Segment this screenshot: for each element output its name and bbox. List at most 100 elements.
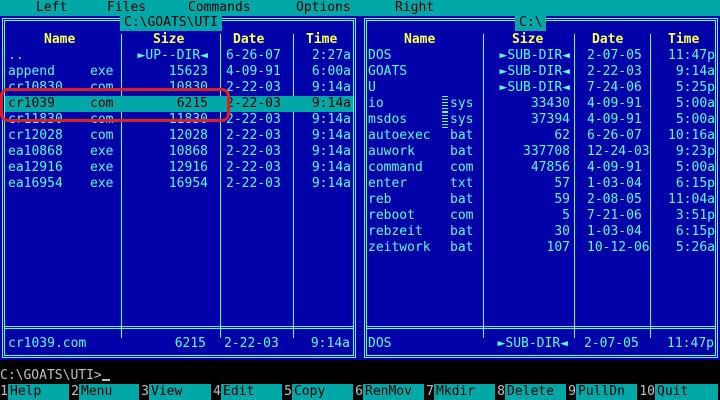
menu-left[interactable]: Left xyxy=(36,0,67,16)
header-name[interactable]: Name xyxy=(404,32,435,48)
function-key-label: RenMov xyxy=(363,384,424,400)
file-time: 9:14a xyxy=(311,80,351,95)
file-time: 9:14a xyxy=(311,96,351,111)
text-cursor xyxy=(101,379,110,381)
function-key-view[interactable]: 3 View xyxy=(141,384,213,400)
function-key-label: Help xyxy=(8,384,69,400)
function-key-number: 9 xyxy=(568,384,576,399)
function-key-menu[interactable]: 2 Menu xyxy=(71,384,141,400)
file-row[interactable]: enter txt 57 1-03-04 6:15p xyxy=(367,176,715,192)
header-date[interactable]: Date xyxy=(233,32,264,48)
dos-command-line[interactable]: C:\GOATS\UTI> xyxy=(0,368,720,384)
file-row[interactable]: append exe 15623 4-09-91 6:00a xyxy=(5,64,353,80)
menu-right[interactable]: Right xyxy=(395,0,434,16)
function-key-quit[interactable]: 10 Quit xyxy=(639,384,720,400)
function-key-renmov[interactable]: 6 RenMov xyxy=(355,384,426,400)
file-time: 11:47p xyxy=(668,48,715,63)
file-row[interactable]: zeitwork bat 107 10-12-06 5:26a xyxy=(367,240,715,256)
header-time[interactable]: Time xyxy=(306,32,337,48)
header-time[interactable]: Time xyxy=(668,32,699,48)
menu-files[interactable]: Files xyxy=(107,0,146,16)
function-key-number: 5 xyxy=(284,384,292,399)
file-row[interactable]: rebzeit bat 30 1-03-04 6:15p xyxy=(367,224,715,240)
file-row[interactable]: autoexec bat 62 6-26-07 10:16a xyxy=(367,128,715,144)
file-date: 2-22-03 xyxy=(226,112,281,127)
file-extension: sys xyxy=(450,112,474,127)
file-date: 7-21-06 xyxy=(587,208,642,223)
function-key-delete[interactable]: 8 Delete xyxy=(497,384,568,400)
file-date: 12-24-03 xyxy=(587,144,650,159)
function-key-pulldn[interactable]: 9 PullDn xyxy=(568,384,639,400)
file-name: reb xyxy=(368,192,392,207)
file-size: ►SUB-DIR◄ xyxy=(499,80,570,95)
file-extension: bat xyxy=(450,192,474,207)
file-time: 9:14a xyxy=(311,176,351,191)
file-row[interactable]: command com 47856 4-09-91 5:00a xyxy=(367,160,715,176)
header-name[interactable]: Name xyxy=(44,32,75,48)
file-row[interactable]: .. ►UP--DIR◄ 6-26-07 2:27a xyxy=(5,48,353,64)
function-key-edit[interactable]: 4 Edit xyxy=(213,384,284,400)
file-row[interactable]: msdos sys 37394 4-09-91 5:00a xyxy=(367,112,715,128)
file-row[interactable]: reb bat 59 2-08-05 11:04a xyxy=(367,192,715,208)
file-size: 16954 xyxy=(168,176,208,191)
menu-commands[interactable]: Commands xyxy=(188,0,251,16)
function-key-number: 2 xyxy=(71,384,79,399)
function-key-number: 10 xyxy=(639,384,655,399)
file-extension: txt xyxy=(450,176,474,191)
file-size: 107 xyxy=(546,240,570,255)
file-name: .. xyxy=(8,48,24,63)
file-row[interactable]: io sys 33430 4-09-91 5:00a xyxy=(367,96,715,112)
file-size: ►UP--DIR◄ xyxy=(137,48,208,63)
function-key-label: Copy xyxy=(292,384,353,400)
file-extension: com xyxy=(450,160,474,175)
status-file-time: 9:14a xyxy=(310,336,350,351)
norton-commander-screen: Left Files Commands Options Right C:\GOA… xyxy=(0,0,720,400)
file-name: command xyxy=(368,160,423,175)
file-extension: exe xyxy=(90,160,114,175)
header-size[interactable]: Size xyxy=(153,32,184,48)
status-file-size: ►SUB-DIR◄ xyxy=(497,336,568,351)
function-key-help[interactable]: 1 Help xyxy=(0,384,71,400)
file-date: 2-22-03 xyxy=(226,160,281,175)
status-file-name: cr1039.com xyxy=(8,336,87,351)
header-date[interactable]: Date xyxy=(592,32,623,48)
file-name: zeitwork xyxy=(368,240,431,255)
file-row[interactable]: cr12028 com 12028 2-22-03 9:14a xyxy=(5,128,353,144)
file-date: 2-22-03 xyxy=(226,176,281,191)
file-date: 7-24-06 xyxy=(587,80,642,95)
file-extension: com xyxy=(450,208,474,223)
file-row[interactable]: DOS ►SUB-DIR◄ 2-07-05 11:47p xyxy=(367,48,715,64)
file-row[interactable]: auwork bat 337708 12-24-03 9:23p xyxy=(367,144,715,160)
file-date: 2-22-03 xyxy=(226,80,281,95)
file-row[interactable]: ea12916 exe 12916 2-22-03 9:14a xyxy=(5,160,353,176)
function-key-number: 6 xyxy=(355,384,363,399)
file-name: msdos xyxy=(368,112,408,127)
right-file-panel[interactable]: C:\ Name Size Date Time DOS ►SUB-DIR◄ 2-07… xyxy=(362,15,720,360)
status-file-date: 2-22-03 xyxy=(224,336,279,351)
menu-options[interactable]: Options xyxy=(296,0,351,16)
file-time: 10:16a xyxy=(668,128,715,143)
file-extension: exe xyxy=(90,144,114,159)
file-time: 5:00a xyxy=(675,160,715,175)
file-row[interactable]: ea16954 exe 16954 2-22-03 9:14a xyxy=(5,176,353,192)
header-size[interactable]: Size xyxy=(512,32,543,48)
function-key-copy[interactable]: 5 Copy xyxy=(284,384,355,400)
file-size: 59 xyxy=(554,192,570,207)
file-row[interactable]: GOATS ►SUB-DIR◄ 2-22-03 9:14a xyxy=(367,64,715,80)
file-name: ea12916 xyxy=(8,160,63,175)
file-time: 9:14a xyxy=(311,112,351,127)
file-name: DOS xyxy=(368,48,392,63)
file-date: 2-22-03 xyxy=(226,96,281,111)
file-name: GOATS xyxy=(368,64,408,79)
file-name: auwork xyxy=(368,144,415,159)
right-panel-path: C:\ xyxy=(515,15,547,31)
function-key-number: 7 xyxy=(426,384,434,399)
left-file-panel[interactable]: C:\GOATS\UTI Name Size Date Time .. ►UP--… xyxy=(0,15,358,360)
file-date: 2-08-05 xyxy=(587,192,642,207)
function-key-mkdir[interactable]: 7 Mkdir xyxy=(426,384,497,400)
file-row[interactable]: reboot com 5 7-21-06 3:51p xyxy=(367,208,715,224)
file-row[interactable]: U ►SUB-DIR◄ 7-24-06 5:25p xyxy=(367,80,715,96)
file-row[interactable]: ea10868 exe 10868 2-22-03 9:14a xyxy=(5,144,353,160)
file-name: ea10868 xyxy=(8,144,63,159)
file-time: 6:00a xyxy=(311,64,351,79)
